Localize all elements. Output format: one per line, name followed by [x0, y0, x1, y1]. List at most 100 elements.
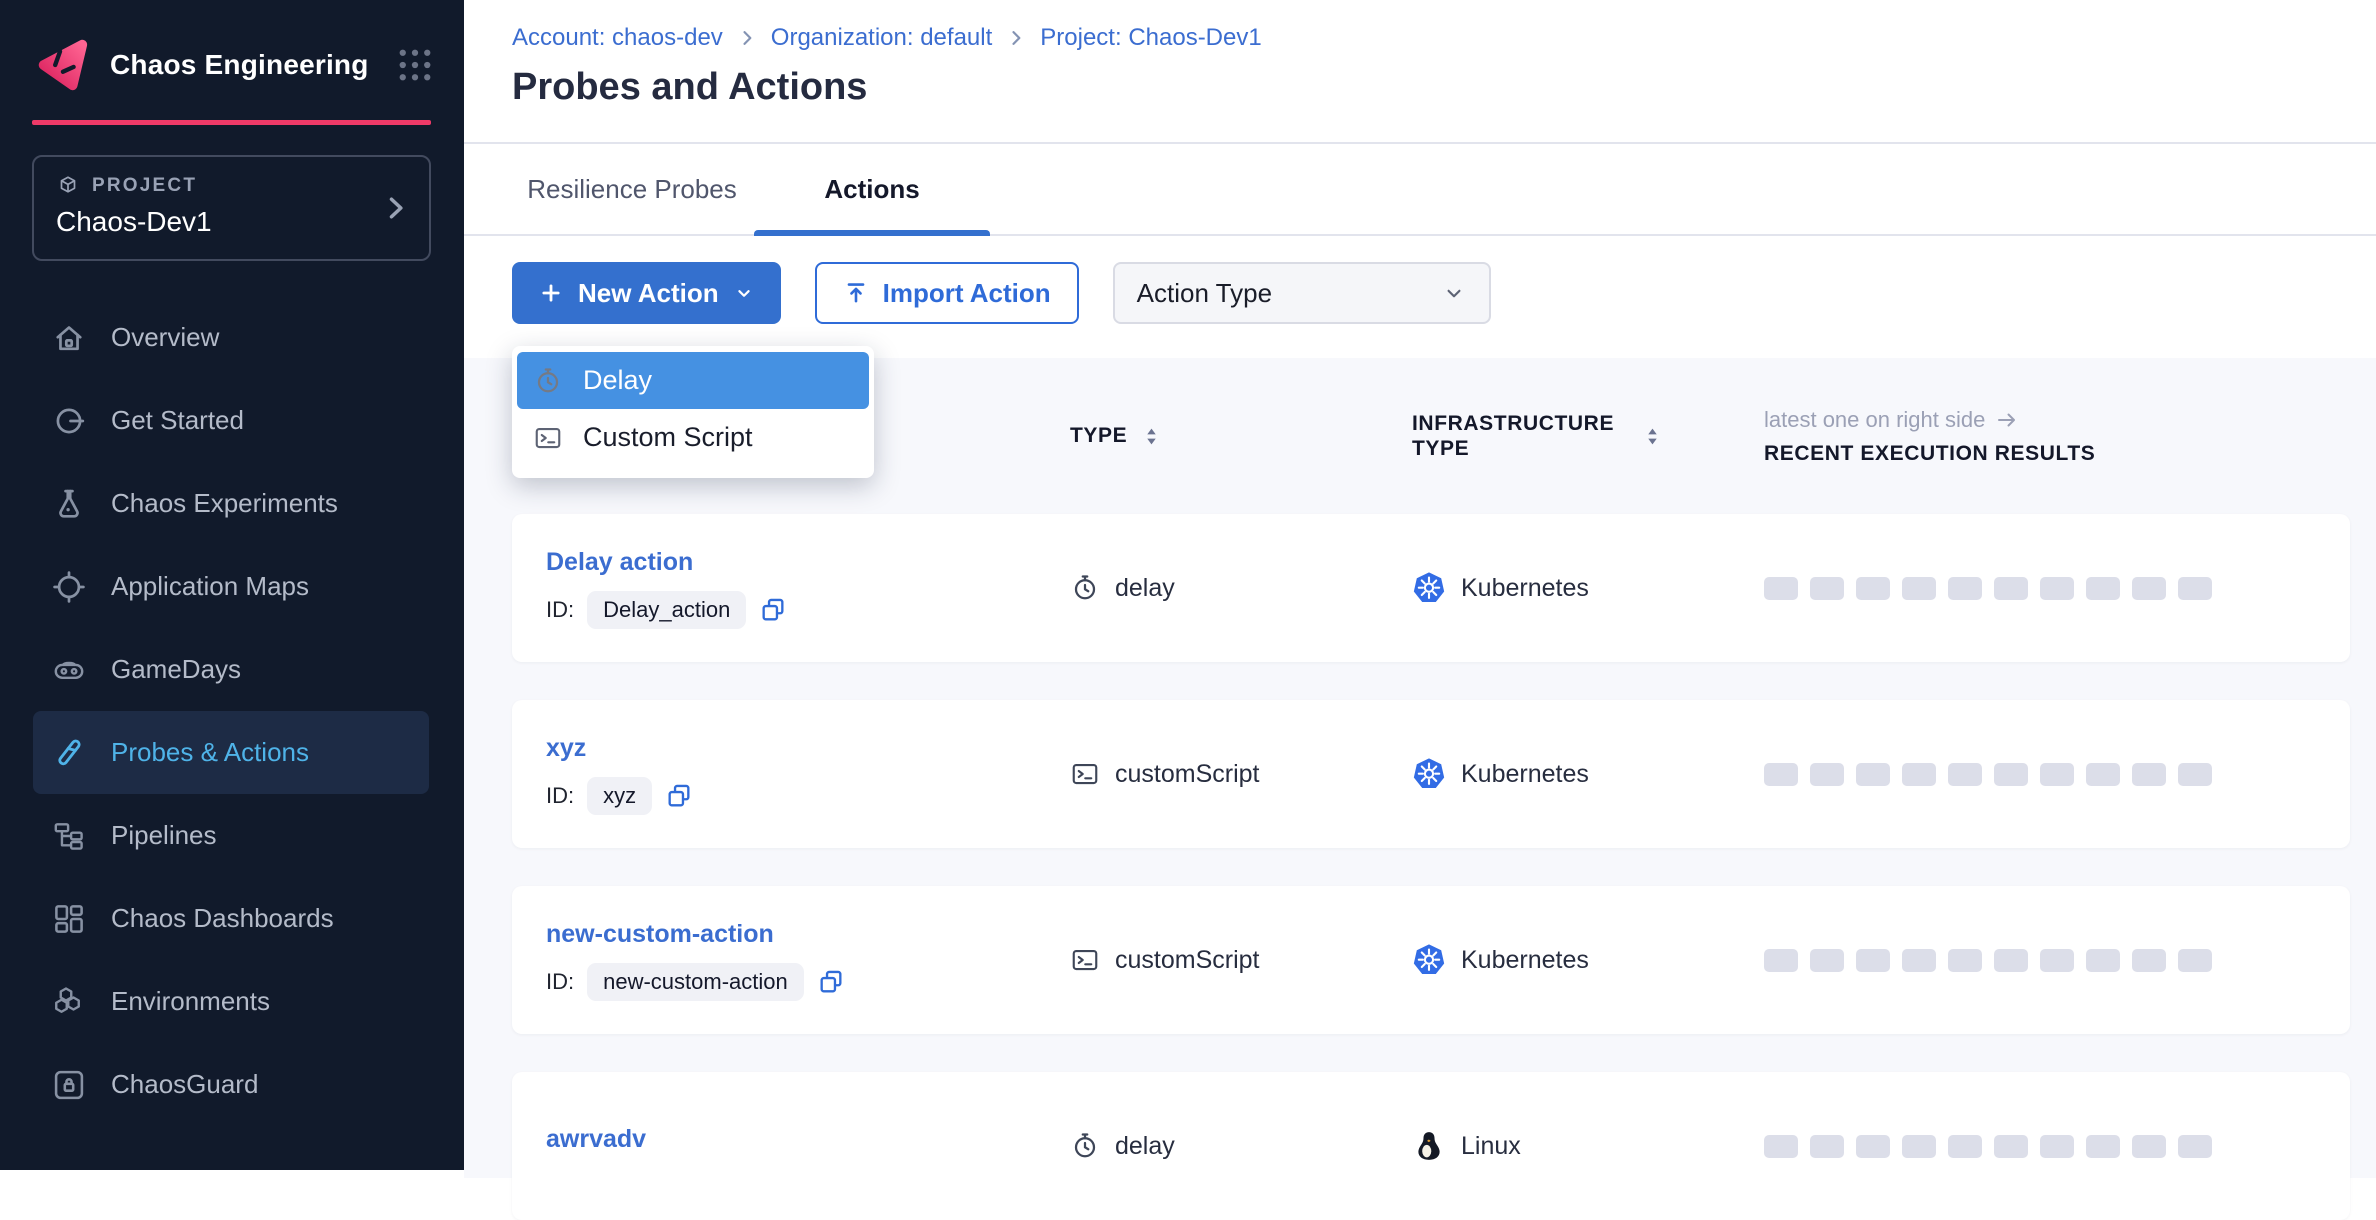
tab-actions[interactable]: Actions	[752, 144, 992, 234]
action-type-value: customScript	[1115, 946, 1259, 975]
sidebar-item-chaos-dashboards[interactable]: Chaos Dashboards	[33, 877, 429, 960]
sidebar-nav: Overview Get Started Chaos Experiments A…	[33, 296, 429, 1126]
result-placeholder	[1764, 763, 1798, 786]
action-type-filter-label: Action Type	[1137, 278, 1272, 309]
sidebar: Chaos Engineering PROJECT Chaos-Dev1	[0, 0, 464, 1170]
sidebar-item-pipelines[interactable]: Pipelines	[33, 794, 429, 877]
new-action-button[interactable]: New Action	[512, 262, 781, 324]
breadcrumb-account-link[interactable]: Account: chaos-dev	[512, 24, 723, 52]
terminal-icon	[1070, 759, 1100, 789]
action-type-cell: customScript	[1070, 759, 1412, 789]
get-started-icon	[51, 403, 87, 439]
result-placeholder	[1764, 577, 1798, 600]
action-id-row: ID: new-custom-action	[546, 963, 1070, 1001]
recent-results-cell	[1764, 1135, 2350, 1158]
sidebar-item-gamedays[interactable]: GameDays	[33, 628, 429, 711]
page-header: Account: chaos-dev Organization: default…	[464, 0, 2376, 144]
result-placeholder	[2040, 763, 2074, 786]
copy-icon[interactable]	[665, 782, 693, 810]
project-selector[interactable]: PROJECT Chaos-Dev1	[32, 155, 431, 261]
breadcrumb-organization-link[interactable]: Organization: default	[771, 24, 992, 52]
sort-icon[interactable]	[1145, 427, 1158, 446]
test-tube-icon	[51, 735, 87, 771]
copy-icon[interactable]	[817, 968, 845, 996]
project-label: PROJECT	[92, 175, 197, 197]
sidebar-item-chaos-experiments[interactable]: Chaos Experiments	[33, 462, 429, 545]
result-placeholder	[2040, 1135, 2074, 1158]
sort-icon[interactable]	[1646, 427, 1659, 446]
result-placeholder	[2086, 763, 2120, 786]
gamepad-icon	[51, 652, 87, 688]
result-placeholder	[2132, 1135, 2166, 1158]
menu-item-label: Delay	[583, 365, 652, 396]
action-name-link[interactable]: Delay action	[546, 548, 1070, 577]
terminal-icon	[1070, 945, 1100, 975]
action-name-link[interactable]: awrvadv	[546, 1125, 1070, 1154]
result-placeholder	[2040, 577, 2074, 600]
result-placeholder	[1764, 949, 1798, 972]
result-placeholder	[2132, 949, 2166, 972]
result-placeholder	[1810, 577, 1844, 600]
action-id-chip: Delay_action	[587, 591, 746, 629]
stopwatch-icon	[1070, 573, 1100, 603]
breadcrumb-project-link[interactable]: Project: Chaos-Dev1	[1040, 24, 1261, 52]
result-placeholder	[1948, 949, 1982, 972]
recent-results-cell	[1764, 949, 2350, 972]
action-name-link[interactable]: xyz	[546, 734, 1070, 763]
import-action-button[interactable]: Import Action	[815, 262, 1079, 324]
copy-icon[interactable]	[759, 596, 787, 624]
sidebar-item-environments[interactable]: Environments	[33, 960, 429, 1043]
results-hint: latest one on right side	[1764, 407, 2350, 433]
sidebar-item-label: Probes & Actions	[111, 737, 309, 768]
project-name: Chaos-Dev1	[56, 206, 407, 238]
id-label: ID:	[546, 969, 574, 995]
harness-chaos-logo-icon	[30, 36, 92, 94]
result-placeholder	[1902, 949, 1936, 972]
kubernetes-icon	[1412, 757, 1446, 791]
kubernetes-icon	[1412, 943, 1446, 977]
sidebar-item-get-started[interactable]: Get Started	[33, 379, 429, 462]
action-id-chip: new-custom-action	[587, 963, 804, 1001]
sidebar-item-overview[interactable]: Overview	[33, 296, 429, 379]
page-title: Probes and Actions	[512, 66, 867, 109]
result-placeholder	[1856, 949, 1890, 972]
action-type-cell: delay	[1070, 573, 1412, 603]
result-placeholder	[1764, 1135, 1798, 1158]
result-placeholder	[2086, 1135, 2120, 1158]
app-title: Chaos Engineering	[110, 49, 376, 81]
pipelines-icon	[51, 818, 87, 854]
sidebar-item-label: ChaosGuard	[111, 1069, 258, 1100]
action-id-chip: xyz	[587, 777, 652, 815]
result-placeholder	[2132, 763, 2166, 786]
action-type-filter[interactable]: Action Type	[1113, 262, 1491, 324]
result-placeholder	[2086, 949, 2120, 972]
toolbar: New Action Import Action Action Type	[512, 262, 1491, 324]
type-header-label: TYPE	[1070, 424, 1127, 448]
menu-item-custom-script[interactable]: Custom Script	[517, 409, 869, 466]
column-header-type: TYPE	[1070, 424, 1412, 448]
result-placeholder	[1994, 763, 2028, 786]
apps-grid-icon[interactable]	[394, 44, 436, 86]
sidebar-item-probes-actions[interactable]: Probes & Actions	[33, 711, 429, 794]
result-placeholder	[1856, 1135, 1890, 1158]
breadcrumb-separator-icon	[1006, 28, 1026, 48]
tab-bar: Resilience Probes Actions	[464, 144, 2376, 236]
sidebar-item-label: Application Maps	[111, 571, 309, 602]
action-name-link[interactable]: new-custom-action	[546, 920, 1070, 949]
home-icon	[51, 320, 87, 356]
terminal-icon	[533, 423, 563, 453]
result-placeholder	[1994, 1135, 2028, 1158]
menu-item-delay[interactable]: Delay	[517, 352, 869, 409]
project-cube-icon	[56, 174, 80, 198]
result-placeholder	[2132, 577, 2166, 600]
action-id-row: ID: Delay_action	[546, 591, 1070, 629]
sidebar-item-chaosguard[interactable]: ChaosGuard	[33, 1043, 429, 1126]
result-placeholder	[2178, 1135, 2212, 1158]
infrastructure-header-label: INFRASTRUCTURE TYPE	[1412, 411, 1628, 461]
infrastructure-cell: Kubernetes	[1412, 757, 1764, 791]
tab-resilience-probes[interactable]: Resilience Probes	[512, 144, 752, 234]
brand-divider	[32, 120, 431, 125]
infrastructure-value: Kubernetes	[1461, 760, 1589, 789]
sidebar-item-application-maps[interactable]: Application Maps	[33, 545, 429, 628]
result-placeholder	[1856, 763, 1890, 786]
